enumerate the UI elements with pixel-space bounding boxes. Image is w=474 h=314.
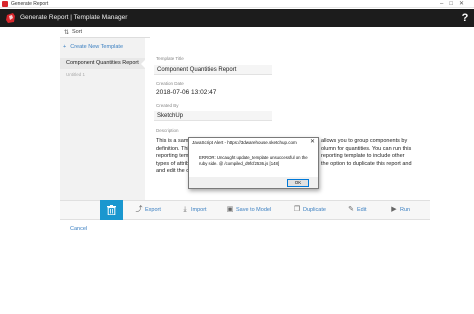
duplicate-icon: ❐ [293, 206, 301, 213]
sort-label[interactable]: Sort [72, 27, 82, 38]
edit-label: Edit [357, 207, 367, 213]
description-line: olumn for quantities. You can run this [321, 145, 412, 152]
description-line: reporting template to include other [321, 153, 405, 160]
creation-date-label: Creation Date [156, 81, 184, 86]
sketchup-logo-icon [6, 13, 15, 23]
import-icon: ⤓ [183, 206, 187, 213]
app-icon [2, 1, 8, 7]
page-title: Generate Report | Template Manager [20, 14, 128, 21]
sidebar-item-untitled[interactable]: Untitled 1 [66, 72, 85, 77]
trash-icon [107, 205, 116, 215]
ok-button[interactable]: OK [287, 179, 309, 187]
created-by-field[interactable]: SketchUp [154, 111, 272, 121]
duplicate-button[interactable]: ❐ Duplicate [293, 200, 326, 220]
window-controls[interactable]: –□✕ [440, 0, 470, 8]
window-title: Generate Report [11, 1, 49, 7]
template-title-field[interactable]: Component Quantities Report [154, 65, 272, 75]
sort-bar[interactable]: ⇅ Sort [60, 27, 150, 38]
sidebar-item-label: Component Quantities Report [66, 60, 139, 66]
template-title-label: Template Title [156, 56, 184, 61]
create-new-template-label: Create New Template [70, 44, 124, 50]
cancel-link[interactable]: Cancel [70, 226, 87, 232]
help-icon[interactable]: ? [460, 12, 470, 24]
export-label: Export [145, 207, 161, 213]
javascript-alert-dialog: JavaScript Alert - https://3dwarehouse.s… [188, 137, 319, 189]
plus-icon: + [63, 44, 67, 50]
created-by-label: Created By [156, 103, 179, 108]
save-to-model-label: Save to Model [236, 207, 272, 213]
run-button[interactable]: ▶ Run [390, 200, 410, 220]
import-button[interactable]: ⤓ Import [181, 200, 207, 220]
description-text-right[interactable]: allows you to group components by olumn … [321, 138, 412, 168]
description-line: the option to duplicate this report and [321, 160, 412, 167]
import-label: Import [191, 207, 207, 213]
sort-icon: ⇅ [64, 30, 70, 36]
dialog-message: ERROR: Uncaught update_template unsucces… [199, 155, 308, 166]
close-icon[interactable]: ✕ [310, 138, 315, 147]
save-to-model-button[interactable]: ▣ Save to Model [226, 200, 271, 220]
export-icon: ⤴ [135, 206, 143, 213]
run-label: Run [400, 207, 411, 213]
description-line: allows you to group components by [321, 138, 408, 144]
edit-icon: ✎ [348, 206, 354, 213]
window-titlebar: Generate Report –□✕ [0, 0, 474, 8]
duplicate-label: Duplicate [303, 207, 326, 213]
edit-button[interactable]: ✎ Edit [347, 200, 366, 220]
export-button[interactable]: ⤴ Export [135, 200, 161, 220]
save-icon: ▣ [226, 206, 234, 213]
delete-button[interactable] [100, 200, 123, 220]
creation-date-value: 2018-07-06 13:02:47 [156, 89, 217, 96]
sidebar-item-component-quantities[interactable]: Component Quantities Report [60, 58, 145, 69]
description-label: Description [156, 128, 179, 133]
dialog-title: JavaScript Alert - https://3dwarehouse.s… [189, 138, 318, 147]
dialog-body: ERROR: Uncaught update_template unsucces… [189, 147, 318, 177]
app-header: Generate Report | Template Manager ? [0, 9, 474, 27]
run-icon: ▶ [391, 206, 397, 213]
create-new-template-link[interactable]: + Create New Template [63, 42, 123, 52]
